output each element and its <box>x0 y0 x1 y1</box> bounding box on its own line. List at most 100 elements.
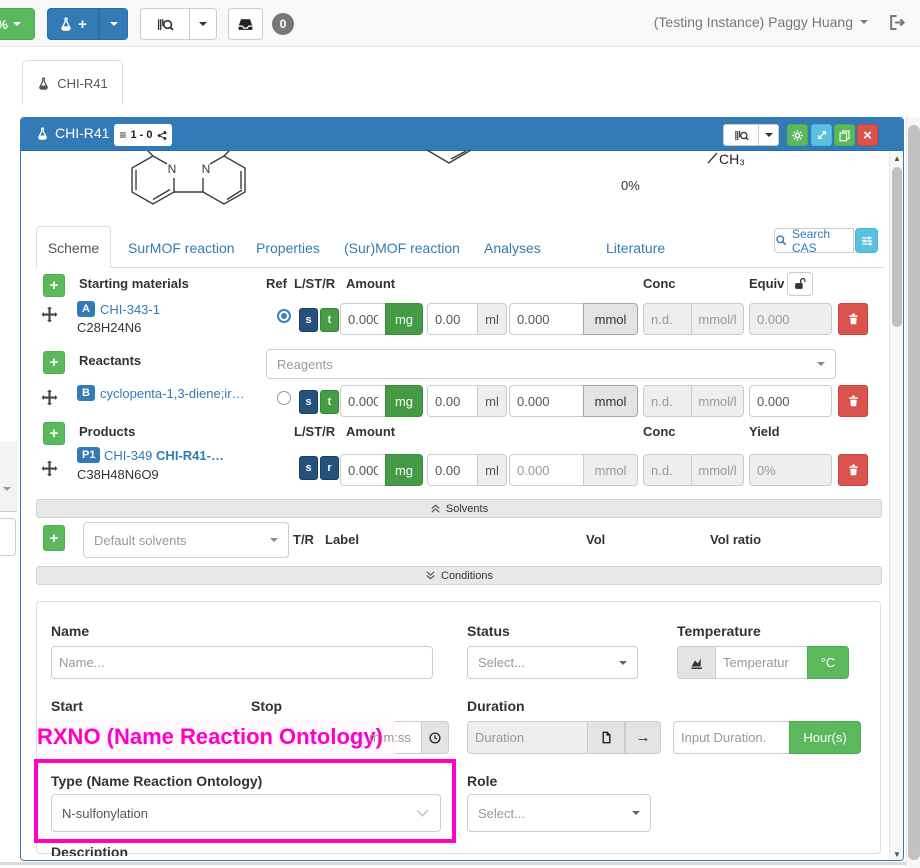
tab-label: CHI-R41 <box>57 76 108 91</box>
material-link[interactable]: CHI-349 CHI-R41-… <box>104 448 224 463</box>
collection-count-badge[interactable]: ≡ 1 - 0 <box>114 124 172 146</box>
unit-ml-button[interactable]: ml <box>477 385 507 417</box>
amount-mg-input[interactable] <box>340 385 385 417</box>
split-button[interactable]: s <box>299 390 318 414</box>
amount-mmol-input[interactable] <box>509 454 583 486</box>
print-barcode-button[interactable] <box>723 124 759 146</box>
material-link[interactable]: CHI-343-1 <box>100 302 160 317</box>
conc-unit: mmol/l <box>691 454 744 486</box>
page-scrollbar[interactable] <box>906 117 920 868</box>
name-input[interactable] <box>51 646 433 679</box>
print-dropdown-toggle[interactable] <box>759 124 779 146</box>
amount-mmol-group: mmol <box>509 303 638 335</box>
unit-ml-button[interactable]: ml <box>477 303 507 335</box>
unit-mg-button[interactable]: mg <box>385 303 423 335</box>
target-button[interactable]: t <box>320 390 339 414</box>
percent-button[interactable]: % <box>0 8 35 40</box>
drag-handle[interactable] <box>41 460 58 477</box>
amount-mg-input[interactable] <box>340 303 385 335</box>
ref-radio[interactable] <box>277 309 291 323</box>
unit-mg-button[interactable]: mg <box>385 385 423 417</box>
scroll-up-arrow[interactable]: ▲ <box>890 154 904 163</box>
delete-row-button[interactable] <box>838 303 868 335</box>
add-starting-material-button[interactable]: + <box>43 274 65 297</box>
amount-mg-input[interactable] <box>340 454 385 486</box>
duration-copy-button[interactable] <box>587 721 625 754</box>
reaction-tab[interactable]: CHI-R41 <box>22 60 123 105</box>
material-link[interactable]: cyclopenta-1,3-diene;ir… <box>100 386 245 401</box>
temperature-unit-button[interactable]: °C <box>807 646 849 679</box>
add-product-button[interactable]: + <box>43 422 65 445</box>
equiv-input[interactable] <box>749 303 832 335</box>
temperature-input[interactable] <box>715 646 807 679</box>
duration-unit-button[interactable]: Hour(s) <box>789 721 861 754</box>
close-panel-button[interactable]: × <box>857 124 878 146</box>
bond-line <box>707 151 719 165</box>
tab-surmof-reaction[interactable]: SurMOF reaction <box>128 240 235 256</box>
create-dropdown-toggle[interactable] <box>99 8 128 40</box>
amount-ml-input[interactable] <box>427 303 477 335</box>
unit-ml-button[interactable]: ml <box>477 454 507 486</box>
create-sample-button[interactable]: + <box>47 8 99 40</box>
add-solvent-button[interactable]: + <box>43 525 65 551</box>
duration-apply-button[interactable]: → <box>625 721 661 754</box>
ref-radio[interactable] <box>277 391 291 405</box>
role-select[interactable]: Select... <box>467 794 651 832</box>
settings-button[interactable] <box>787 124 808 146</box>
duplicate-button[interactable] <box>834 124 855 146</box>
caret-down-icon <box>270 538 278 542</box>
drag-handle[interactable] <box>41 306 58 323</box>
caret-down-icon <box>860 20 868 24</box>
delete-row-button[interactable] <box>838 385 868 417</box>
tab-properties[interactable]: Properties <box>256 240 320 256</box>
unit-mmol-button[interactable]: mmol <box>583 303 638 335</box>
flask-icon <box>36 127 49 140</box>
target-button[interactable]: t <box>320 308 339 332</box>
scan-dropdown-toggle[interactable] <box>190 8 217 40</box>
equiv-input[interactable] <box>749 385 832 417</box>
panel-scrollbar-thumb[interactable] <box>892 167 902 327</box>
split-button[interactable]: s <box>299 308 318 332</box>
tab-surmof2-reaction[interactable]: (Sur)MOF reaction <box>344 240 460 256</box>
temperature-chart-button[interactable] <box>677 646 715 679</box>
col-yield: Yield <box>749 424 780 439</box>
amount-mmol-input[interactable] <box>509 385 583 417</box>
tab-analyses[interactable]: Analyses <box>484 240 541 256</box>
status-select[interactable]: Select... <box>467 646 638 679</box>
fullscreen-button[interactable] <box>811 124 832 146</box>
input-duration-input[interactable] <box>673 721 789 754</box>
unit-mg-button[interactable]: mg <box>385 454 423 486</box>
solvents-collapse-bar[interactable]: Solvents <box>36 499 882 518</box>
page-scrollbar-thumb[interactable] <box>908 125 920 860</box>
reagents-select[interactable]: Reagents <box>266 349 836 379</box>
scroll-down-arrow[interactable]: ▼ <box>890 850 904 859</box>
search-icon <box>775 234 788 247</box>
delete-row-button[interactable] <box>838 454 868 486</box>
split-button[interactable]: s <box>299 456 318 480</box>
drag-handle[interactable] <box>41 389 58 406</box>
amount-mmol-input[interactable] <box>509 303 583 335</box>
conditions-collapse-bar[interactable]: Conditions <box>36 566 882 585</box>
stop-clock-button[interactable] <box>421 721 449 754</box>
ref-button[interactable]: r <box>320 456 339 480</box>
amount-ml-input[interactable] <box>427 385 477 417</box>
tab-literature[interactable]: Literature <box>606 240 665 256</box>
duration-label: Duration <box>467 698 525 714</box>
scheme-settings-button[interactable] <box>855 228 878 253</box>
barcode-scan-button[interactable] <box>140 8 190 40</box>
unit-mmol-button[interactable]: mmol <box>583 385 638 417</box>
default-solvents-select[interactable]: Default solvents <box>83 522 289 558</box>
inbox-button[interactable] <box>228 8 263 40</box>
amount-ml-input[interactable] <box>427 454 477 486</box>
list-icon: ≡ <box>119 128 126 142</box>
tab-scheme[interactable]: Scheme <box>36 226 111 268</box>
equiv-lock-button[interactable] <box>787 272 813 296</box>
clock-icon <box>428 731 442 745</box>
flask-icon <box>59 17 73 31</box>
search-cas-button[interactable]: Search CAS <box>774 228 854 253</box>
logout-button[interactable] <box>887 13 906 32</box>
add-reactant-button[interactable]: + <box>43 351 65 374</box>
user-menu[interactable]: (Testing Instance) Paggy Huang <box>654 14 868 30</box>
material-badge: A <box>77 301 95 317</box>
panel-scrollbar[interactable]: ▲ ▼ <box>889 151 904 861</box>
